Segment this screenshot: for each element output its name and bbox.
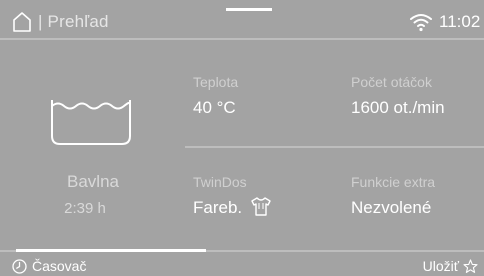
clock: 11:02 [439,12,481,31]
temperature-label: Teplota [193,74,239,90]
save-button[interactable]: Uložiť [423,256,478,276]
progress-fill [16,249,206,252]
home-icon[interactable] [12,12,32,32]
program-duration: 2:39 h [64,200,106,217]
page-title: | Prehľad [38,12,109,31]
timer-label: Časovač [32,258,87,274]
status-bar: | Prehľad 11:02 [0,0,484,40]
timer-button[interactable]: Časovač [12,256,86,276]
spin-speed-value[interactable]: 1600 ot./min [351,98,445,118]
twindos-label: TwinDos [193,174,247,190]
divider [185,146,484,148]
twindos-value[interactable]: Fareb. [193,198,242,218]
extra-functions-value[interactable]: Nezvolené [351,198,431,218]
pull-down-handle[interactable] [226,8,272,11]
shirt-icon [251,197,271,216]
spin-speed-label: Počet otáčok [351,74,432,90]
save-label: Uložiť [422,258,459,274]
clock-icon [12,258,27,274]
tub-icon[interactable] [50,98,132,146]
program-name[interactable]: Bavlna [52,172,134,192]
extra-functions-label: Funkcie extra [351,174,436,190]
wifi-icon [410,14,432,32]
star-icon [463,258,478,273]
temperature-value[interactable]: 40 °C [193,98,236,118]
